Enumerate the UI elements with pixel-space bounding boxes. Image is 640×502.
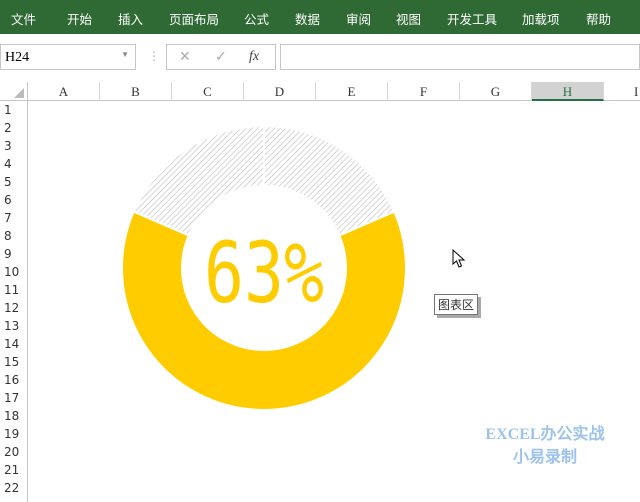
formula-bar: H24 ▼ ⋮ ✕ ✓ fx: [0, 34, 640, 82]
row-header-8[interactable]: 8: [0, 227, 28, 245]
function-icon[interactable]: fx: [249, 49, 259, 65]
row-header-2[interactable]: 2: [0, 119, 28, 137]
column-header-H[interactable]: H: [532, 82, 604, 101]
remainder-slice-left[interactable]: [132, 124, 265, 237]
row-headers: 1 2 3 4 5 6 7 8 9 10 11 12 13 14 15 16 17 18 19 20 21 22: [0, 101, 28, 502]
formula-input[interactable]: [280, 44, 640, 70]
column-header-G[interactable]: G: [460, 82, 532, 101]
row-header-21[interactable]: 21: [0, 461, 28, 479]
row-header-7[interactable]: 7: [0, 209, 28, 227]
row-header-17[interactable]: 17: [0, 389, 28, 407]
ribbon-tab[interactable]: 公式: [244, 9, 269, 28]
ribbon-tab[interactable]: 加载项: [522, 9, 560, 28]
row-header-15[interactable]: 15: [0, 353, 28, 371]
row-header-20[interactable]: 20: [0, 443, 28, 461]
row-header-18[interactable]: 18: [0, 407, 28, 425]
ribbon-tab[interactable]: 文件: [11, 9, 36, 28]
drag-handle-icon[interactable]: ⋮: [148, 49, 160, 63]
column-header-I[interactable]: I: [604, 82, 640, 101]
watermark: EXCEL办公实战 小易录制: [470, 423, 620, 469]
row-header-22[interactable]: 22: [0, 479, 28, 497]
watermark-line1: EXCEL办公实战: [485, 426, 605, 443]
row-header-19[interactable]: 19: [0, 425, 28, 443]
row-header-9[interactable]: 9: [0, 245, 28, 263]
column-header-F[interactable]: F: [388, 82, 460, 101]
column-headers: ABCDEFGHI: [0, 82, 640, 101]
percent-label: 63%: [204, 224, 324, 322]
column-header-A[interactable]: A: [28, 82, 100, 101]
chevron-down-icon[interactable]: ▼: [121, 50, 129, 59]
row-header-5[interactable]: 5: [0, 173, 28, 191]
row-header-6[interactable]: 6: [0, 191, 28, 209]
name-box[interactable]: H24 ▼: [0, 44, 136, 70]
row-header-4[interactable]: 4: [0, 155, 28, 173]
doughnut-chart[interactable]: 63%: [100, 110, 430, 420]
row-header-12[interactable]: 12: [0, 299, 28, 317]
cancel-icon[interactable]: ✕: [179, 49, 191, 65]
ribbon-tab[interactable]: 数据: [295, 9, 320, 28]
row-header-11[interactable]: 11: [0, 281, 28, 299]
ribbon-tabs: 文件 开始 插入 页面布局 公式 数据 审阅 视图 开发工具 加载项 帮助: [0, 0, 640, 34]
name-box-value: H24: [5, 50, 30, 65]
ribbon-tab[interactable]: 页面布局: [169, 9, 219, 28]
row-header-3[interactable]: 3: [0, 137, 28, 155]
ribbon-tab[interactable]: 插入: [118, 9, 143, 28]
watermark-line2: 小易录制: [512, 449, 577, 466]
column-header-C[interactable]: C: [172, 82, 244, 101]
column-header-D[interactable]: D: [244, 82, 316, 101]
column-header-E[interactable]: E: [316, 82, 388, 101]
mouse-cursor-icon: [452, 248, 466, 273]
ribbon-tab[interactable]: 视图: [396, 9, 421, 28]
row-header-16[interactable]: 16: [0, 371, 28, 389]
row-header-13[interactable]: 13: [0, 317, 28, 335]
row-header-14[interactable]: 14: [0, 335, 28, 353]
ribbon-tab[interactable]: 开始: [67, 9, 92, 28]
ribbon-tab[interactable]: 审阅: [346, 9, 371, 28]
enter-icon[interactable]: ✓: [215, 49, 227, 65]
select-all-button[interactable]: [0, 82, 28, 101]
row-header-1[interactable]: 1: [0, 101, 28, 119]
remainder-slice-right[interactable]: [263, 124, 396, 237]
row-header-10[interactable]: 10: [0, 263, 28, 281]
chart-area-tooltip: 图表区: [434, 294, 479, 315]
formula-buttons: ✕ ✓ fx: [166, 44, 276, 70]
column-header-B[interactable]: B: [100, 82, 172, 101]
ribbon-tab[interactable]: 帮助: [586, 9, 611, 28]
ribbon-tab[interactable]: 开发工具: [447, 9, 497, 28]
